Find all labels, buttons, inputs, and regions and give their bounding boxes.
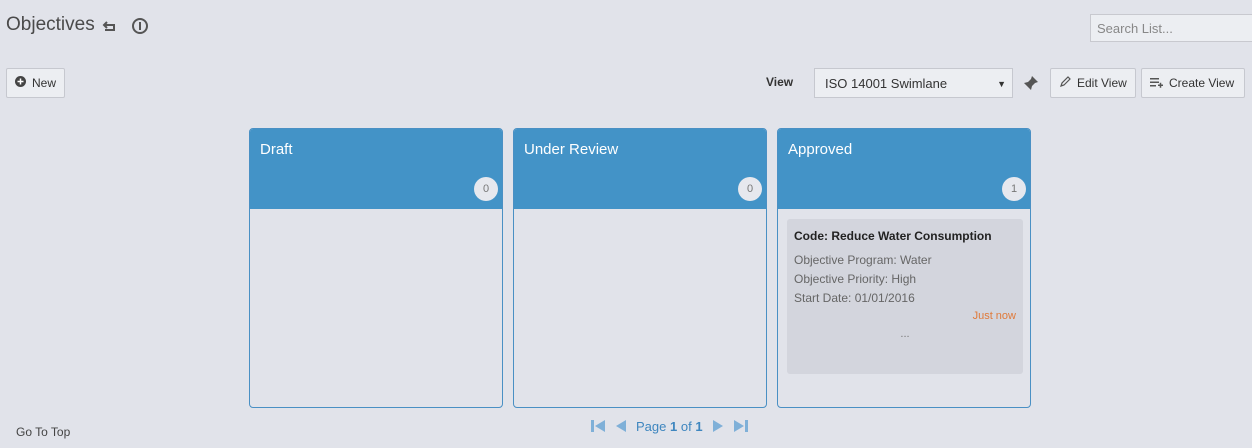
edit-view-label: Edit View [1077,76,1127,90]
caret-down-icon: ▼ [997,79,1006,89]
total-pages: 1 [695,418,703,434]
swimlane-draft: Draft 0 [249,128,503,408]
count-badge: 1 [1002,177,1026,201]
swimlane-approved: Approved 1 Code: Reduce Water Consumptio… [777,128,1031,408]
create-view-button[interactable]: Create View [1141,68,1245,98]
go-to-top-link[interactable]: Go To Top [16,425,70,439]
column-header: Under Review 0 [514,129,766,209]
card-title: Code: Reduce Water Consumption [794,229,992,243]
pin-icon[interactable] [1022,74,1040,92]
new-button-label: New [32,76,57,90]
page-indicator: Page 1 of 1 [636,419,703,434]
of-word: of [680,418,692,434]
info-icon[interactable] [131,17,149,35]
objective-card[interactable]: Code: Reduce Water Consumption Objective… [787,219,1023,374]
column-header: Approved 1 [778,129,1030,209]
current-page: 1 [670,418,678,434]
pencil-icon [1059,75,1071,91]
column-header: Draft 0 [250,129,502,209]
card-priority: Objective Priority: High [794,272,917,286]
view-label: View [766,75,794,89]
card-more-ellipsis[interactable]: ... [794,328,1016,340]
next-page-icon[interactable] [711,418,725,434]
create-view-label: Create View [1169,76,1235,90]
column-title: Approved [788,141,853,158]
swimlane-under-review: Under Review 0 [513,128,767,408]
count-badge: 0 [738,177,762,201]
last-page-icon[interactable] [733,418,749,434]
new-button[interactable]: New [6,68,65,98]
card-timestamp: Just now [972,310,1016,322]
card-program: Objective Program: Water [794,253,932,267]
page-title: Objectives [6,14,95,35]
prev-page-icon[interactable] [614,418,628,434]
first-page-icon[interactable] [590,418,606,434]
view-select[interactable]: ISO 14001 Swimlane ▼ [814,68,1013,98]
view-select-value: ISO 14001 Swimlane [825,75,948,91]
pagination: Page 1 of 1 [590,418,749,434]
edit-view-button[interactable]: Edit View [1050,68,1136,98]
list-add-icon [1150,76,1163,91]
search-input[interactable] [1090,14,1252,42]
count-badge: 0 [474,177,498,201]
card-start-date: Start Date: 01/01/2016 [794,291,915,305]
page-word: Page [636,418,667,434]
plus-circle-icon [15,76,26,90]
undo-icon[interactable] [101,17,119,35]
column-title: Under Review [524,141,619,158]
column-title: Draft [260,141,293,158]
